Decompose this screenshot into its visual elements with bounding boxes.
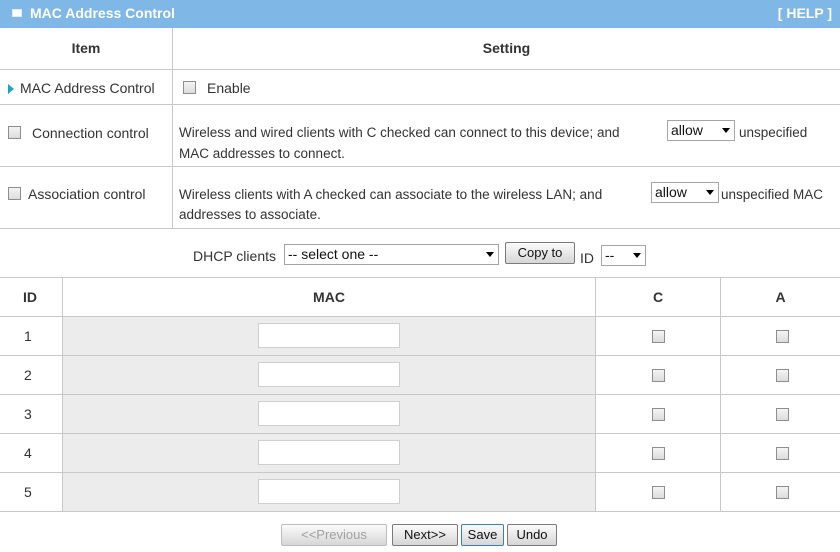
- c-checkbox[interactable]: [652, 369, 665, 382]
- a-column-header: A: [775, 289, 786, 305]
- association-control-label: Association control: [28, 186, 146, 202]
- connection-text: Wireless and wired clients with C checke…: [179, 125, 620, 140]
- copy-to-button[interactable]: Copy to: [505, 242, 575, 264]
- id-label: ID: [580, 250, 594, 266]
- association-policy-select[interactable]: allow: [651, 182, 719, 203]
- connection-control-label: Connection control: [32, 125, 149, 141]
- c-checkbox[interactable]: [652, 330, 665, 343]
- connection-control-row: Connection control Wireless and wired cl…: [0, 105, 840, 167]
- mac-input[interactable]: [258, 401, 400, 426]
- association-control-row: Association control Wireless clients wit…: [0, 167, 840, 229]
- association-text-after: unspecified MAC: [721, 187, 824, 202]
- mac-control-label: MAC Address Control: [20, 80, 155, 96]
- id-select[interactable]: --: [601, 245, 646, 266]
- help-link[interactable]: [ HELP ]: [778, 5, 832, 21]
- mac-input[interactable]: [258, 440, 400, 465]
- c-checkbox[interactable]: [652, 408, 665, 421]
- connection-text-after: unspecified: [739, 125, 808, 140]
- table-row: 5: [0, 473, 840, 512]
- chevron-down-icon: [486, 252, 494, 257]
- table-row: 2: [0, 356, 840, 395]
- association-text: Wireless clients with A checked can asso…: [179, 187, 603, 202]
- association-text-line2: addresses to associate.: [179, 207, 321, 222]
- id-column-header: ID: [23, 289, 37, 305]
- panel-square-icon: [12, 9, 22, 17]
- a-checkbox[interactable]: [776, 486, 789, 499]
- mac-input[interactable]: [258, 323, 400, 348]
- association-control-checkbox[interactable]: [8, 187, 21, 200]
- c-checkbox[interactable]: [652, 447, 665, 460]
- next-button[interactable]: Next>>: [392, 524, 458, 546]
- enable-label: Enable: [207, 80, 251, 96]
- a-checkbox[interactable]: [776, 408, 789, 421]
- row-id: 4: [24, 445, 32, 461]
- mac-table-header: ID MAC C A: [0, 277, 840, 317]
- panel-title: MAC Address Control: [30, 5, 175, 21]
- settings-header-row: Item Setting: [0, 28, 840, 70]
- row-id: 1: [24, 328, 32, 344]
- chevron-down-icon: [722, 128, 730, 133]
- connection-policy-select[interactable]: allow: [667, 120, 735, 141]
- table-row: 3: [0, 395, 840, 434]
- panel-header: MAC Address Control [ HELP ]: [0, 0, 840, 28]
- enable-checkbox[interactable]: [183, 81, 196, 94]
- dhcp-clients-select[interactable]: -- select one --: [284, 244, 499, 265]
- mac-column-header: MAC: [313, 289, 345, 305]
- mac-input[interactable]: [258, 479, 400, 504]
- row-id: 3: [24, 406, 32, 422]
- dhcp-clients-label: DHCP clients: [193, 248, 276, 264]
- chevron-down-icon: [633, 253, 641, 258]
- chevron-down-icon: [706, 190, 714, 195]
- c-column-header: C: [652, 289, 664, 305]
- arrow-right-icon: [8, 84, 14, 94]
- a-checkbox[interactable]: [776, 369, 789, 382]
- connection-text-line2: MAC addresses to connect.: [179, 146, 345, 161]
- c-checkbox[interactable]: [652, 486, 665, 499]
- a-checkbox[interactable]: [776, 447, 789, 460]
- row-id: 5: [24, 484, 32, 500]
- mac-input[interactable]: [258, 362, 400, 387]
- table-row: 1: [0, 317, 840, 356]
- table-row: 4: [0, 434, 840, 473]
- setting-column-header: Setting: [482, 40, 531, 56]
- row-id: 2: [24, 367, 32, 383]
- a-checkbox[interactable]: [776, 330, 789, 343]
- mac-control-row: MAC Address Control Enable: [0, 70, 840, 105]
- save-button[interactable]: Save: [461, 524, 504, 546]
- undo-button[interactable]: Undo: [507, 524, 557, 546]
- previous-button[interactable]: <<Previous: [281, 524, 387, 546]
- item-column-header: Item: [0, 28, 173, 70]
- connection-control-checkbox[interactable]: [8, 126, 21, 139]
